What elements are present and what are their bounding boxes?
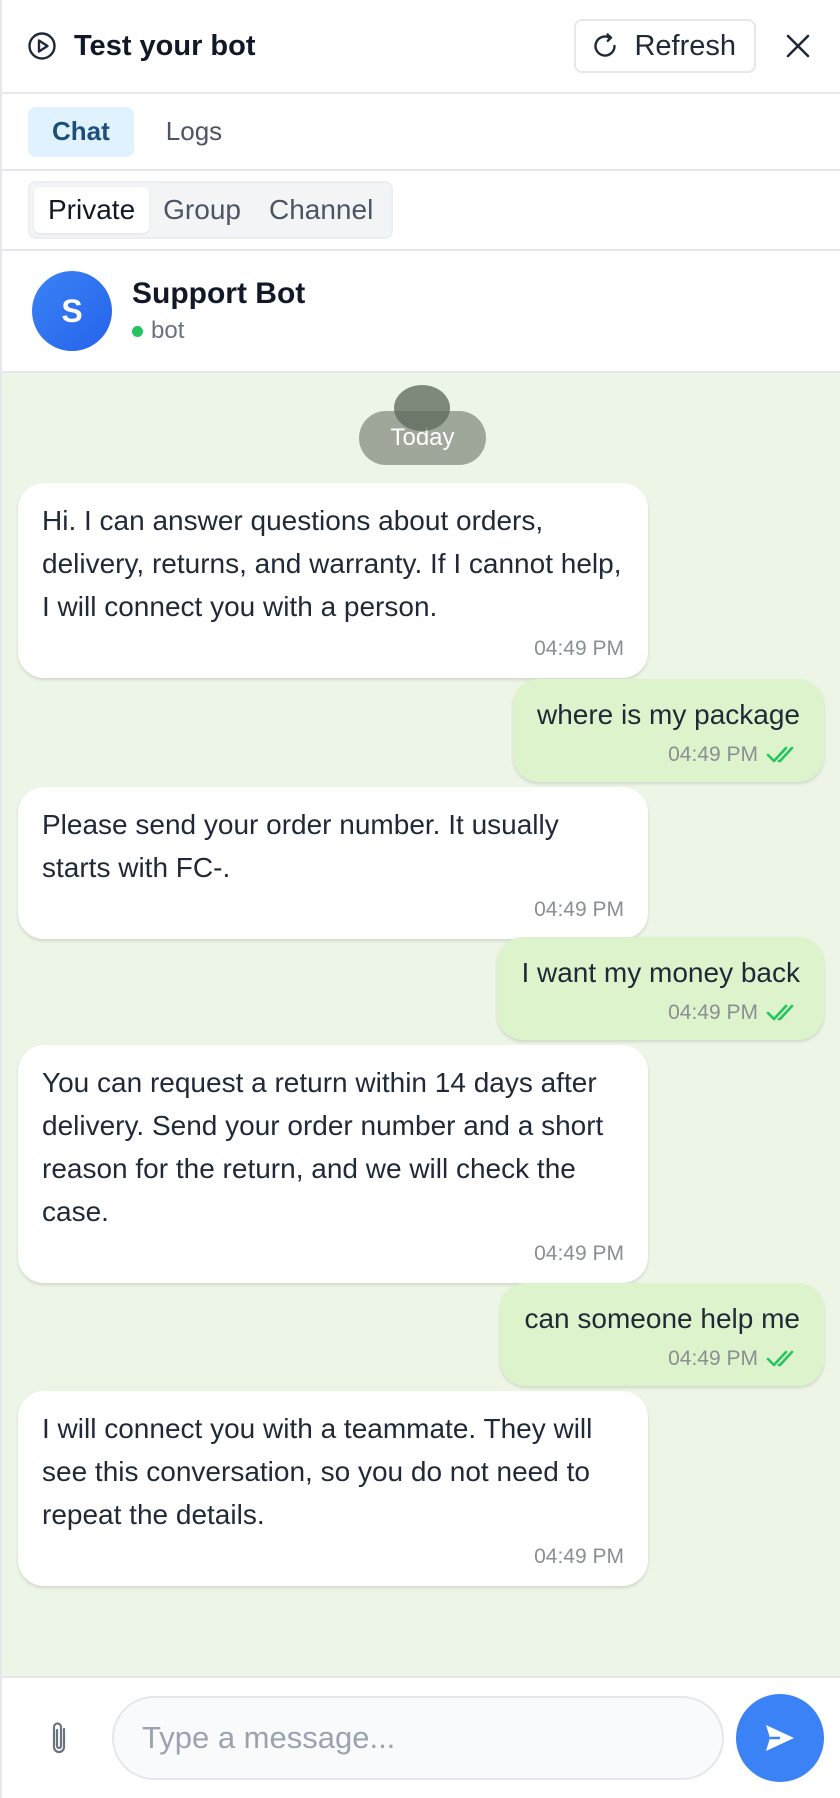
message-text: You can request a return within 14 days … — [42, 1067, 604, 1227]
message-text: Hi. I can answer questions about orders,… — [42, 505, 622, 622]
send-icon — [766, 1725, 794, 1751]
close-icon — [786, 34, 810, 58]
scroll-indicator-blob — [394, 385, 450, 431]
message-bubble-incoming: I will connect you with a teammate. They… — [18, 1391, 648, 1586]
message-bubble-outgoing: can someone help me 04:49 PM — [500, 1283, 824, 1386]
message-text: I will connect you with a teammate. They… — [42, 1413, 593, 1530]
chat-messages[interactable]: Today Hi. I can answer questions about o… — [2, 373, 840, 1676]
message-bubble-incoming: Hi. I can answer questions about orders,… — [18, 483, 648, 678]
chat-type-row: Private Group Channel — [2, 171, 840, 251]
message-time: 04:49 PM — [668, 1347, 758, 1370]
refresh-icon — [590, 31, 620, 61]
message-text: where is my package — [536, 699, 800, 730]
double-check-icon — [766, 1003, 800, 1023]
message-composer — [2, 1676, 840, 1798]
message-time: 04:49 PM — [668, 1001, 758, 1024]
double-check-icon — [766, 745, 800, 765]
double-check-icon — [766, 1349, 800, 1369]
message-text: Please send your order number. It usuall… — [42, 809, 559, 883]
message-meta: 04:49 PM — [537, 740, 800, 770]
segment-group[interactable]: Group — [149, 187, 255, 233]
message-text: can someone help me — [524, 1303, 800, 1334]
message-time: 04:49 PM — [534, 898, 624, 921]
contact-info: Support Bot bot — [132, 277, 305, 345]
contact-header: S Support Bot bot — [2, 251, 840, 373]
message-time: 04:49 PM — [534, 1242, 624, 1265]
chat-type-switch: Private Group Channel — [28, 181, 394, 239]
refresh-label: Refresh — [634, 29, 736, 62]
play-circle-icon — [26, 30, 58, 62]
message-meta: 04:49 PM — [521, 998, 800, 1028]
online-status-dot — [132, 325, 143, 337]
message-bubble-incoming: Please send your order number. It usuall… — [18, 787, 648, 939]
message-bubble-outgoing: where is my package 04:49 PM — [512, 679, 824, 782]
contact-status: bot — [132, 317, 305, 345]
message-bubble-incoming: You can request a return within 14 days … — [18, 1045, 648, 1283]
segment-channel[interactable]: Channel — [255, 187, 387, 233]
refresh-button[interactable]: Refresh — [574, 19, 756, 73]
contact-name: Support Bot — [132, 277, 306, 310]
message-time: 04:49 PM — [534, 1545, 624, 1568]
message-time: 04:49 PM — [668, 743, 758, 766]
contact-status-label: bot — [151, 317, 185, 344]
send-button[interactable] — [736, 1694, 824, 1782]
paperclip-icon[interactable] — [42, 1718, 76, 1758]
close-button[interactable] — [778, 26, 818, 66]
segment-private[interactable]: Private — [34, 187, 150, 233]
tab-chat[interactable]: Chat — [28, 106, 134, 157]
panel-header: Test your bot Refresh — [2, 0, 840, 94]
message-input[interactable] — [112, 1696, 724, 1780]
view-tabs: Chat Logs — [2, 94, 840, 171]
panel-title: Test your bot — [74, 29, 256, 62]
tab-logs[interactable]: Logs — [142, 107, 246, 157]
avatar: S — [32, 271, 112, 351]
message-bubble-outgoing: I want my money back 04:49 PM — [497, 937, 824, 1040]
message-text: I want my money back — [521, 957, 800, 988]
message-meta: 04:49 PM — [524, 1344, 800, 1374]
message-time: 04:49 PM — [534, 637, 624, 660]
